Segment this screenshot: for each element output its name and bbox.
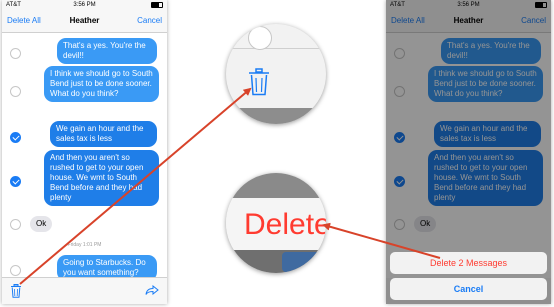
- message-bubble[interactable]: And then you aren't so rushed to get to …: [44, 150, 159, 206]
- zoom-callout-trash: [226, 24, 326, 124]
- zoom-callout-delete: Delete: [226, 173, 326, 273]
- edit-toolbar: [2, 277, 167, 304]
- select-circle-checked[interactable]: [10, 132, 21, 143]
- message-bubble[interactable]: I think we should go to South Bend just …: [44, 66, 159, 102]
- message-bubble[interactable]: We gain an hour and the sales tax is les…: [50, 121, 157, 147]
- nav-bar: Delete All Heather Cancel: [2, 10, 167, 33]
- select-circle[interactable]: [10, 86, 21, 97]
- timestamp: Friday 1:01 PM: [67, 242, 102, 248]
- phone-screen-delete-confirmation: AT&T 3:56 PM Delete All Heather Cancel T…: [386, 0, 551, 304]
- select-circle[interactable]: [10, 48, 21, 59]
- status-icons: [151, 2, 163, 8]
- clock: 3:56 PM: [73, 2, 96, 8]
- battery-icon: [151, 2, 163, 8]
- delete-label-zoomed: Delete: [244, 208, 326, 241]
- share-icon[interactable]: [145, 285, 159, 295]
- dimmed-background: [226, 173, 326, 198]
- cancel-button-partial: [282, 252, 326, 272]
- message-bubble[interactable]: Ok: [30, 216, 53, 232]
- trash-icon: [249, 68, 269, 96]
- toolbar-divider: [226, 48, 326, 49]
- message-thread[interactable]: That's a yes. You're the devil!! I think…: [2, 33, 167, 281]
- toolbar-shadow: [226, 108, 326, 124]
- status-bar: AT&T 3:56 PM: [2, 0, 167, 10]
- trash-icon[interactable]: [10, 284, 22, 298]
- cancel-button[interactable]: Cancel: [137, 16, 162, 25]
- delete-messages-button[interactable]: Delete 2 Messages: [390, 252, 547, 274]
- select-circle: [248, 26, 272, 50]
- phone-screen-edit-mode: AT&T 3:56 PM Delete All Heather Cancel T…: [2, 0, 167, 304]
- select-circle[interactable]: [10, 265, 21, 276]
- action-sheet-cancel-button[interactable]: Cancel: [390, 278, 547, 300]
- select-circle-checked[interactable]: [10, 176, 21, 187]
- message-bubble[interactable]: That's a yes. You're the devil!!: [57, 38, 157, 64]
- action-sheet: Delete 2 Messages Cancel: [390, 252, 547, 300]
- select-circle[interactable]: [10, 219, 21, 230]
